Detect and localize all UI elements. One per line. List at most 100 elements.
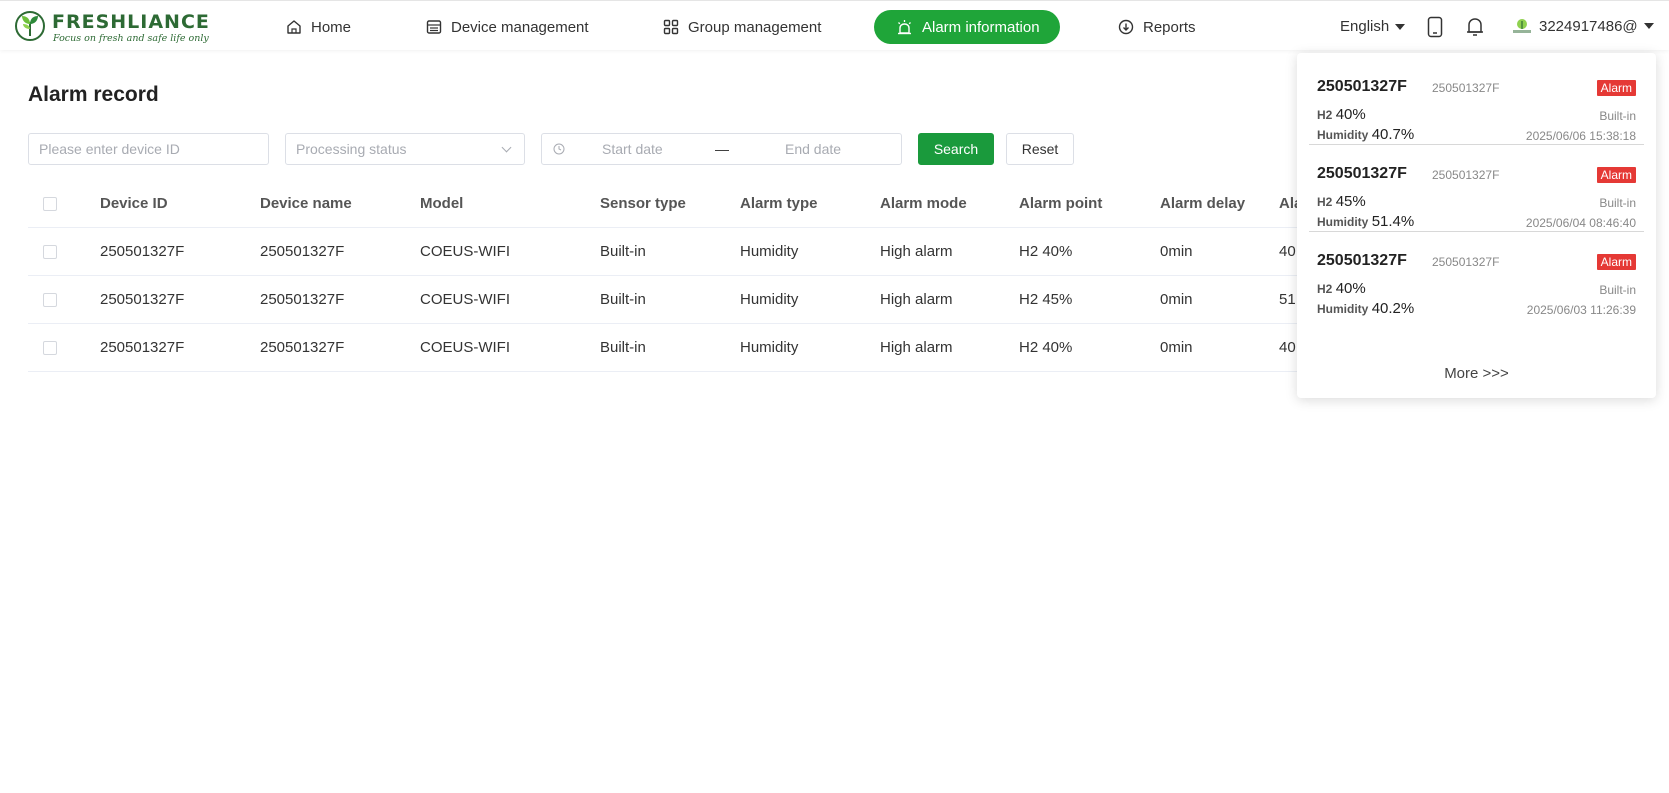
processing-status-placeholder: Processing status xyxy=(296,141,407,157)
brand-tagline: Focus on fresh and safe life only xyxy=(53,33,209,44)
column-header[interactable]: Model xyxy=(420,180,463,227)
language-label: English xyxy=(1340,18,1390,35)
page-title: Alarm record xyxy=(28,83,159,106)
table-cell: Humidity xyxy=(740,243,799,260)
table-cell: High alarm xyxy=(880,339,953,356)
notification-timestamp: 2025/06/03 11:26:39 xyxy=(1526,303,1636,317)
leaf-logo-icon xyxy=(15,11,45,41)
grid-icon xyxy=(663,19,679,35)
alarm-record-table: Device ID Device name Model Sensor type … xyxy=(28,180,1318,372)
table-cell: Humidity xyxy=(740,291,799,308)
device-id-input[interactable] xyxy=(28,133,269,165)
table-cell: 250501327F xyxy=(260,339,345,356)
table-cell: Built-in xyxy=(600,339,646,356)
processing-status-select[interactable]: Processing status xyxy=(285,133,525,165)
column-header[interactable]: Alarm type xyxy=(740,180,818,227)
notification-device-name: 250501327F xyxy=(1432,168,1500,182)
table-cell: COEUS-WIFI xyxy=(420,291,510,308)
mobile-phone-icon[interactable] xyxy=(1427,16,1443,38)
table-cell: COEUS-WIFI xyxy=(420,339,510,356)
caret-down-icon xyxy=(1395,23,1406,30)
table-cell: 40 xyxy=(1279,243,1296,260)
home-icon xyxy=(287,20,301,34)
search-button[interactable]: Search xyxy=(918,133,994,165)
notification-device-name: 250501327F xyxy=(1432,255,1500,269)
row-checkbox[interactable] xyxy=(43,276,57,323)
table-row[interactable]: 250501327F 250501327F COEUS-WIFI Built-i… xyxy=(28,324,1318,372)
date-range-picker[interactable]: Start date — End date xyxy=(541,133,902,165)
notification-humidity: Humidity 40.2% xyxy=(1317,300,1415,317)
table-cell: Built-in xyxy=(600,291,646,308)
user-menu[interactable]: 3224917486@ xyxy=(1511,17,1654,35)
user-avatar-icon xyxy=(1513,19,1531,33)
notification-device-name: 250501327F xyxy=(1432,81,1500,95)
table-cell: Built-in xyxy=(600,243,646,260)
nav-group-management[interactable]: Group management xyxy=(663,10,821,44)
notification-device-id: 250501327F xyxy=(1317,252,1407,269)
nav-device-label: Device management xyxy=(451,18,589,36)
table-cell: 0min xyxy=(1160,339,1193,356)
row-checkbox[interactable] xyxy=(43,324,57,371)
table-cell: 51 xyxy=(1279,291,1296,308)
table-cell: High alarm xyxy=(880,291,953,308)
alarm-notification-dropdown: 250501327F 250501327F Alarm H2 40% Humid… xyxy=(1297,53,1656,398)
reset-button[interactable]: Reset xyxy=(1006,133,1074,165)
table-cell: 0min xyxy=(1160,291,1193,308)
start-date-input[interactable]: Start date xyxy=(602,141,663,157)
table-cell: 250501327F xyxy=(260,291,345,308)
column-header[interactable]: Device name xyxy=(260,180,352,227)
end-date-input[interactable]: End date xyxy=(785,141,841,157)
username-label: 3224917486@ xyxy=(1539,17,1638,35)
notification-sensor-type: Built-in xyxy=(1599,109,1636,123)
notification-bell-icon[interactable] xyxy=(1465,16,1485,38)
freshliance-logo[interactable]: FRESHLIANCE Focus on fresh and safe life… xyxy=(14,9,209,45)
nav-home-label: Home xyxy=(311,18,352,36)
column-header[interactable]: Device ID xyxy=(100,180,168,227)
notification-alarm-point: H2 40% xyxy=(1317,280,1366,297)
notification-sensor-type: Built-in xyxy=(1599,196,1636,210)
notification-item[interactable]: 250501327F 250501327F Alarm H2 45% Humid… xyxy=(1309,140,1644,232)
notification-device-id: 250501327F xyxy=(1317,78,1407,95)
alarm-badge: Alarm xyxy=(1596,167,1636,183)
more-notifications-link[interactable]: More >>> xyxy=(1297,365,1656,382)
caret-down-icon xyxy=(1643,23,1654,29)
notification-item[interactable]: 250501327F 250501327F Alarm H2 40% Humid… xyxy=(1309,53,1644,145)
notification-item[interactable]: 250501327F 250501327F Alarm H2 40% Humid… xyxy=(1309,227,1644,319)
table-cell: H2 40% xyxy=(1019,243,1073,260)
chevron-down-icon xyxy=(501,142,512,152)
notification-alarm-point: H2 45% xyxy=(1317,193,1366,210)
alarm-badge: Alarm xyxy=(1596,254,1636,270)
row-checkbox[interactable] xyxy=(43,228,57,275)
table-cell: Humidity xyxy=(740,339,799,356)
table-header-row: Device ID Device name Model Sensor type … xyxy=(28,180,1318,228)
table-row[interactable]: 250501327F 250501327F COEUS-WIFI Built-i… xyxy=(28,276,1318,324)
column-header[interactable]: Sensor type xyxy=(600,180,686,227)
notification-sensor-type: Built-in xyxy=(1599,283,1636,297)
notification-alarm-point: H2 40% xyxy=(1317,106,1366,123)
device-list-icon xyxy=(426,20,442,34)
nav-device-management[interactable]: Device management xyxy=(426,10,589,44)
column-header[interactable]: Alarm point xyxy=(1019,180,1102,227)
nav-alarm-label: Alarm information xyxy=(922,18,1040,36)
column-header[interactable]: Alarm delay xyxy=(1160,180,1245,227)
top-navigation-bar: FRESHLIANCE Focus on fresh and safe life… xyxy=(0,0,1669,50)
table-row[interactable]: 250501327F 250501327F COEUS-WIFI Built-i… xyxy=(28,228,1318,276)
table-cell: 250501327F xyxy=(100,291,185,308)
table-cell: H2 40% xyxy=(1019,339,1073,356)
select-all-checkbox[interactable] xyxy=(43,180,57,227)
nav-reports-label: Reports xyxy=(1143,18,1196,36)
alarm-light-icon xyxy=(898,19,911,34)
table-cell: High alarm xyxy=(880,243,953,260)
language-selector[interactable]: English xyxy=(1340,18,1406,35)
nav-group-label: Group management xyxy=(688,18,822,36)
column-header[interactable]: Alarm mode xyxy=(880,180,967,227)
table-cell: H2 45% xyxy=(1019,291,1073,308)
table-cell: 250501327F xyxy=(100,339,185,356)
table-cell: 250501327F xyxy=(100,243,185,260)
nav-reports[interactable]: Reports xyxy=(1118,10,1196,44)
notification-device-id: 250501327F xyxy=(1317,165,1407,182)
nav-home[interactable]: Home xyxy=(286,10,351,44)
alarm-badge: Alarm xyxy=(1596,80,1636,96)
nav-alarm-information[interactable]: Alarm information xyxy=(874,10,1060,44)
table-cell: 40 xyxy=(1279,339,1296,356)
